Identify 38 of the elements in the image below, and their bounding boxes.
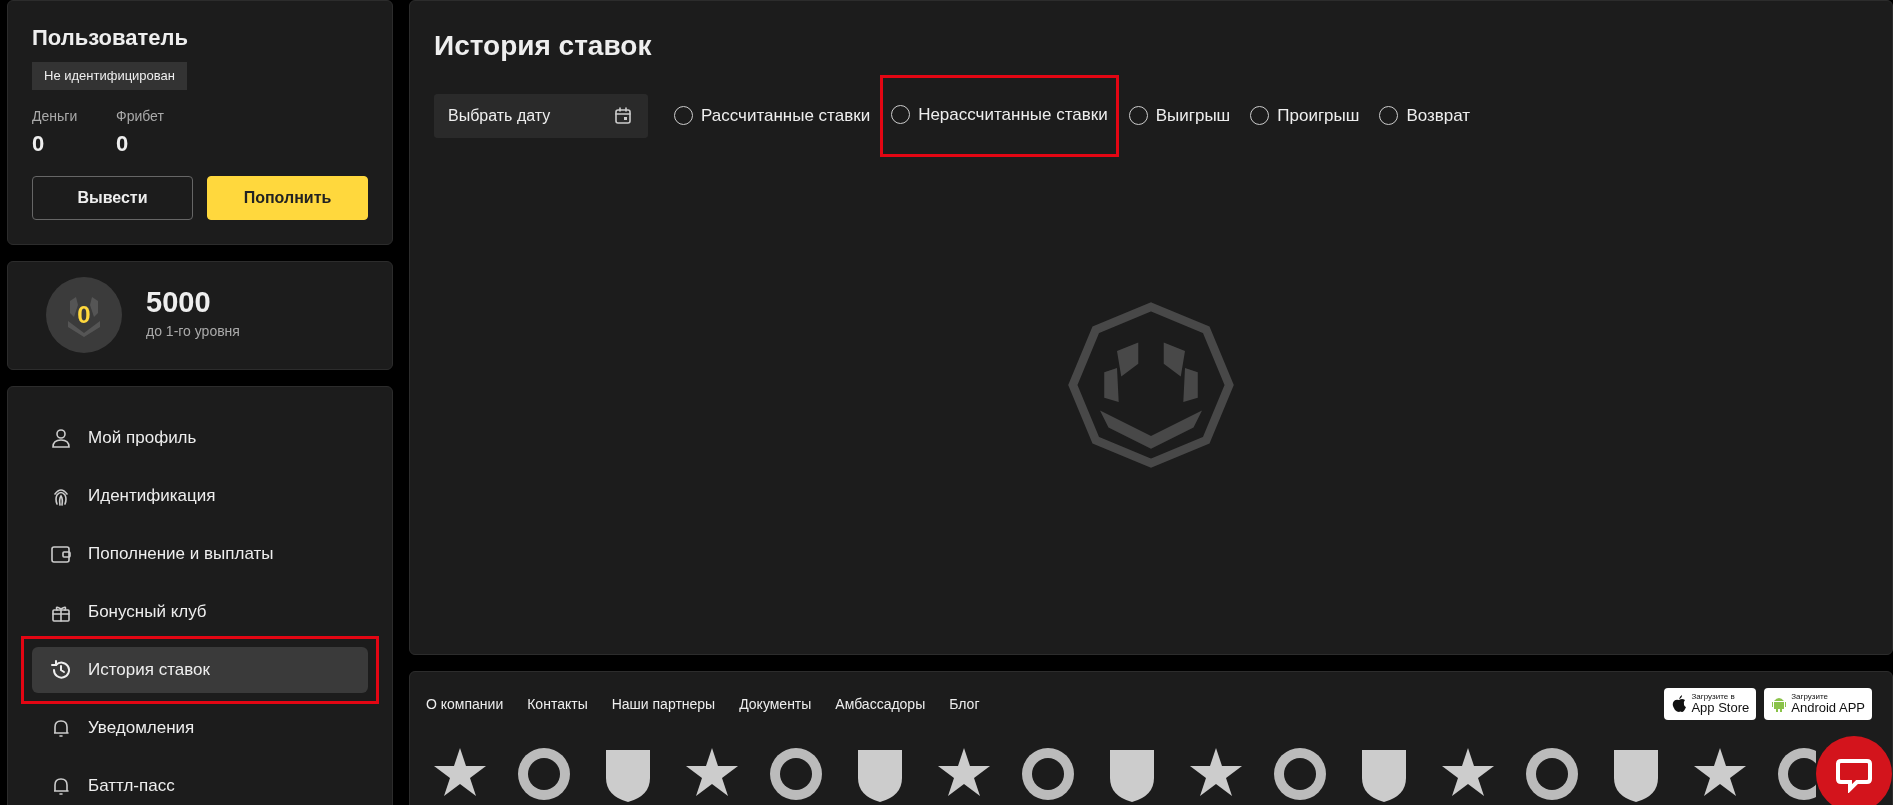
balance-label: Деньги: [32, 106, 79, 126]
apple-icon: [1671, 695, 1688, 713]
footer-link[interactable]: Контакты: [527, 693, 588, 715]
balance-label: Фрибет: [116, 106, 165, 126]
balance-value: 0: [32, 129, 46, 158]
filter-radio[interactable]: Рассчитанные ставки: [672, 99, 873, 133]
card-title: Пользователь: [32, 24, 189, 52]
chat-button[interactable]: [1816, 736, 1892, 805]
footer-link[interactable]: О компании: [426, 693, 504, 715]
withdraw-button[interactable]: Вывести: [32, 175, 193, 220]
menu-item[interactable]: Бонусный клуб: [32, 588, 368, 635]
status-badge: Не идентифицирован: [32, 62, 187, 90]
user-icon: [50, 426, 72, 449]
menu-item[interactable]: Уведомления: [32, 704, 368, 751]
points-value: 5000: [146, 288, 212, 317]
filter-radio[interactable]: Проигрыш: [1248, 99, 1362, 133]
page-title: История ставок: [434, 29, 653, 63]
filter-radio[interactable]: Возврат: [1377, 99, 1473, 133]
footer-link[interactable]: Наши партнеры: [611, 693, 716, 715]
balance-value: 0: [116, 129, 130, 158]
history-icon: [50, 658, 72, 681]
menu-item[interactable]: Мой профиль: [32, 414, 368, 461]
menu-item[interactable]: Идентификация: [32, 472, 368, 519]
menu-item[interactable]: Баттл-пасс: [32, 762, 368, 805]
menu-item[interactable]: Пополнение и выплаты: [32, 530, 368, 577]
level-badge: 0: [46, 277, 122, 353]
footer-link[interactable]: Документы: [739, 693, 812, 715]
filter-radio[interactable]: Выигрыш: [1126, 99, 1233, 133]
deposit-button[interactable]: Пополнить: [207, 175, 368, 220]
footer-link[interactable]: Блог: [949, 693, 980, 715]
menu-item[interactable]: История ставок: [32, 646, 368, 693]
app-store-button[interactable]: Загрузите в App Store: [1664, 688, 1757, 720]
calendar-icon: [614, 106, 632, 125]
google-play-button[interactable]: Загрузите Android APP: [1764, 688, 1872, 720]
filter-radio[interactable]: Нерассчитанные ставки: [889, 98, 1110, 132]
android-icon: [1771, 695, 1788, 713]
level-caption: до 1-го уровня: [146, 322, 240, 341]
footer-link[interactable]: Амбассадоры: [835, 693, 926, 715]
